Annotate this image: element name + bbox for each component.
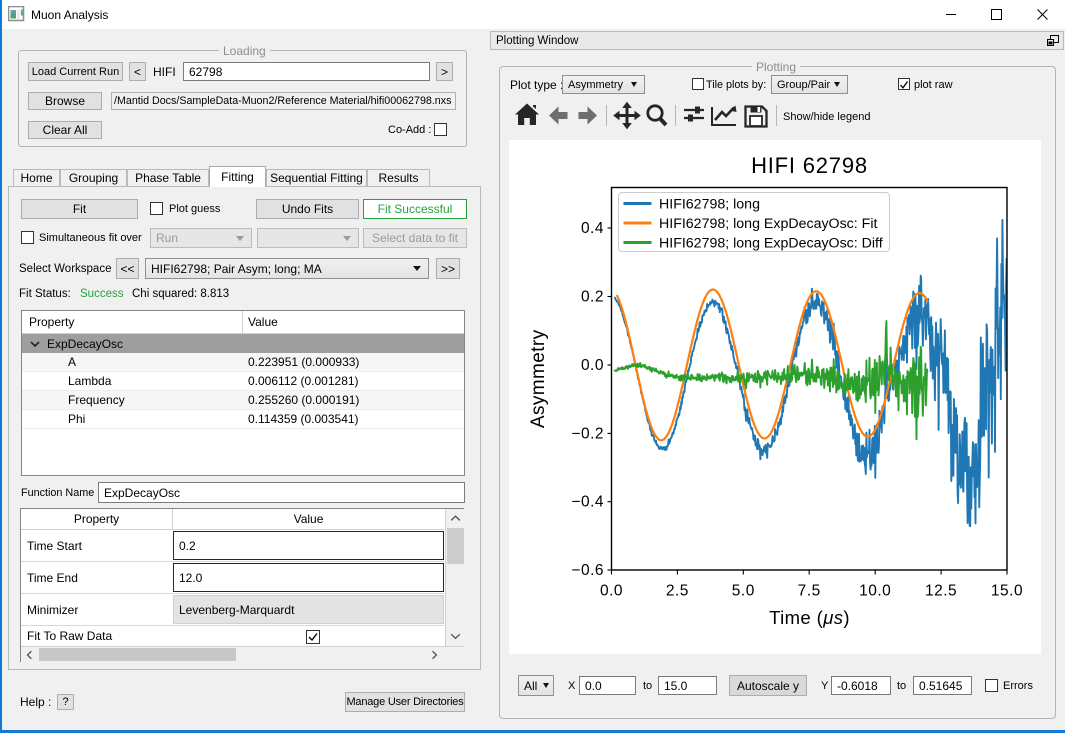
svg-text:0.2: 0.2: [581, 289, 604, 306]
svg-text:−0.4: −0.4: [571, 494, 604, 511]
svg-text:Asymmetry: Asymmetry: [528, 329, 549, 428]
svg-text:−0.6: −0.6: [571, 562, 604, 579]
svg-text:2.5: 2.5: [666, 583, 689, 600]
svg-text:0.0: 0.0: [581, 357, 604, 374]
svg-text:12.5: 12.5: [925, 583, 957, 600]
svg-text:HIFI62798; long ExpDecayOsc: F: HIFI62798; long ExpDecayOsc: Fit: [659, 216, 877, 232]
svg-text:0.0: 0.0: [600, 583, 623, 600]
svg-text:5.0: 5.0: [732, 583, 755, 600]
svg-text:7.5: 7.5: [798, 583, 821, 600]
svg-text:HIFI62798; long: HIFI62798; long: [659, 197, 760, 213]
svg-text:0.4: 0.4: [581, 220, 604, 237]
svg-text:15.0: 15.0: [991, 583, 1023, 600]
svg-text:−0.2: −0.2: [571, 425, 604, 442]
svg-text:HIFI62798; long ExpDecayOsc: D: HIFI62798; long ExpDecayOsc: Diff: [659, 236, 883, 252]
svg-text:Time (μs): Time (μs): [769, 607, 850, 628]
svg-text:10.0: 10.0: [859, 583, 891, 600]
svg-text:HIFI 62798: HIFI 62798: [751, 153, 868, 178]
